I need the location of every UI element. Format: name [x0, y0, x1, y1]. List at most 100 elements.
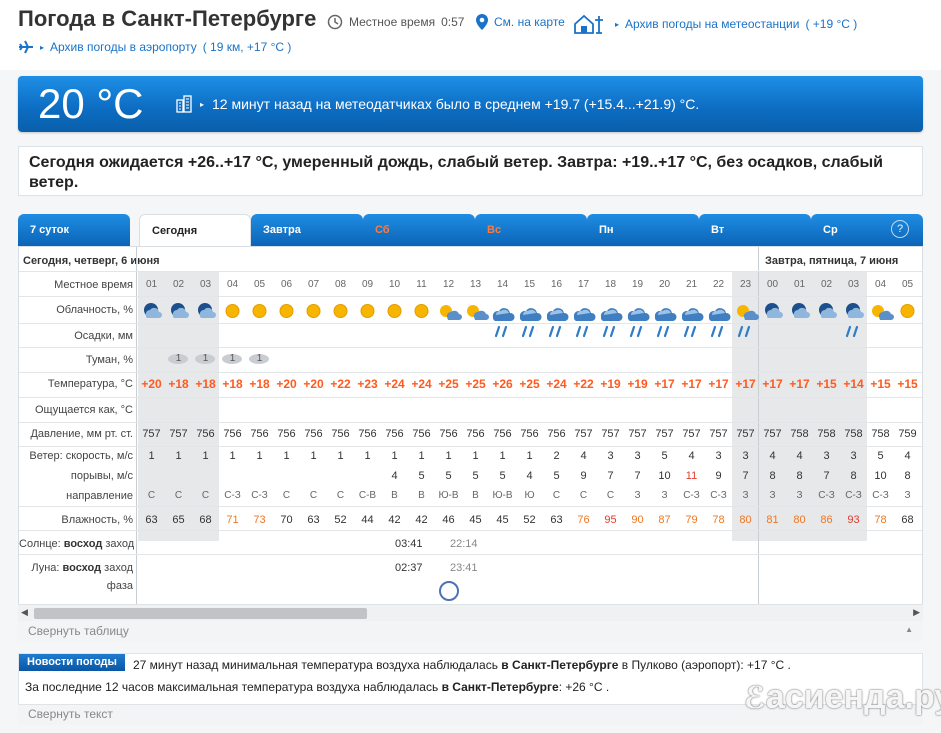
hour-cell: 07: [307, 279, 320, 290]
pressure-cell: 756: [223, 428, 242, 440]
pressure-cell: 757: [601, 428, 620, 440]
wind-gust-cell: 8: [796, 470, 803, 482]
news-line-2-city: в Санкт-Петербурге: [441, 680, 559, 694]
hour-cell: 05: [901, 279, 914, 290]
tab-tuesday[interactable]: Вт: [699, 214, 811, 247]
sun-prefix: Солнце:: [19, 538, 61, 550]
hour-cell: 02: [820, 279, 833, 290]
local-time: Местное время 0:57: [327, 14, 464, 30]
temperature-cell: +15: [870, 377, 891, 391]
sun-icon: [381, 300, 408, 322]
pressure-cell: 758: [817, 428, 836, 440]
cloudy-icon: [489, 300, 516, 322]
rain-icon: [597, 323, 624, 341]
moonset-label: заход: [104, 562, 133, 574]
wind-direction-cell: С-З: [845, 490, 862, 501]
wind-gust-cell: 5: [418, 470, 425, 482]
rain-icon: [570, 323, 597, 341]
sun-icon: [246, 300, 273, 322]
sun-icon: [327, 300, 354, 322]
row-divider: [19, 271, 922, 272]
rain-icon: [732, 323, 759, 341]
temperature-cell: +24: [411, 377, 432, 391]
airport-archive-link[interactable]: ▸ Архив погоды в аэропорту ( 19 км, +17 …: [18, 40, 291, 54]
page-header: Погода в Санкт-Петербурге Местное время …: [0, 0, 941, 70]
fog-value: 1: [202, 353, 209, 364]
hour-cell: 02: [172, 279, 185, 290]
tab-7-days[interactable]: 7 суток: [18, 214, 130, 247]
temperature-cell: +15: [897, 377, 918, 391]
humidity-cell: 63: [145, 514, 158, 526]
tab-sunday[interactable]: Вс: [475, 214, 587, 247]
sensor-note: ▸ 12 минут назад на метеодатчиках было в…: [176, 95, 699, 113]
tab-today[interactable]: Сегодня: [139, 214, 251, 247]
humidity-cell: 63: [550, 514, 563, 526]
collapse-text-link[interactable]: Свернуть текст: [28, 707, 113, 721]
scroll-left-arrow-icon[interactable]: ◀: [21, 607, 28, 618]
collapse-table-link[interactable]: Свернуть таблицу: [28, 624, 129, 638]
tab-tomorrow[interactable]: Завтра: [251, 214, 363, 247]
station-archive-link[interactable]: ▸ Архив погоды на метеостанции ( +19 °C …: [573, 14, 857, 34]
temperature-cell: +18: [222, 377, 243, 391]
pressure-cell: 758: [790, 428, 809, 440]
wind-gust-cell: 7: [742, 470, 749, 482]
scroll-right-arrow-icon[interactable]: ▶: [913, 607, 920, 618]
fog-icon: 1: [246, 351, 273, 367]
cloudy-icon: [705, 300, 732, 322]
humidity-cell: 87: [658, 514, 671, 526]
wind-speed-cell: 5: [661, 450, 668, 462]
map-link[interactable]: См. на карте: [476, 14, 565, 30]
temperature-cell: +15: [816, 377, 837, 391]
temperature-cell: +24: [546, 377, 567, 391]
collapse-up-icon[interactable]: ▲: [905, 625, 913, 634]
pressure-cell: 756: [304, 428, 323, 440]
wind-direction-cell: С: [309, 490, 318, 501]
wind-direction-cell: С: [606, 490, 615, 501]
humidity-cell: 71: [226, 514, 239, 526]
pressure-cell: 756: [439, 428, 458, 440]
row-label-clouds: Облачность, %: [56, 304, 133, 316]
night-cloud-icon: [165, 300, 192, 322]
wind-speed-cell: 1: [256, 450, 263, 462]
table-scrollbar[interactable]: ◀ ▶: [18, 604, 923, 621]
wind-speed-cell: 3: [850, 450, 857, 462]
night-cloud-icon: [192, 300, 219, 322]
wind-speed-cell: 4: [904, 450, 911, 462]
moonrise-time: 02:37: [395, 562, 423, 574]
pressure-cell: 756: [196, 428, 215, 440]
tab-saturday[interactable]: Сб: [363, 214, 475, 247]
hour-cell: 01: [793, 279, 806, 290]
wind-speed-cell: 3: [742, 450, 749, 462]
temperature-cell: +17: [735, 377, 756, 391]
airport-info[interactable]: ( 19 км, +17 °C ): [203, 40, 292, 54]
humidity-cell: 68: [199, 514, 212, 526]
tab-monday[interactable]: Пн: [587, 214, 699, 247]
station-archive-label[interactable]: Архив погоды на метеостанции: [625, 17, 799, 31]
sunrise-time: 03:41: [395, 538, 423, 550]
pressure-cell: 756: [520, 428, 539, 440]
airport-archive-label[interactable]: Архив погоды в аэропорту: [50, 40, 197, 54]
wind-speed-cell: 1: [526, 450, 533, 462]
pressure-cell: 757: [142, 428, 161, 440]
wind-direction-cell: З: [634, 490, 641, 501]
map-pin-icon: [476, 14, 488, 30]
pressure-cell: 756: [331, 428, 350, 440]
station-temp[interactable]: ( +19 °C ): [805, 17, 857, 31]
scroll-thumb[interactable]: [34, 608, 367, 619]
clock-icon: [327, 14, 343, 30]
hour-cell: 14: [496, 279, 509, 290]
wind-speed-cell: 1: [364, 450, 371, 462]
map-link-label[interactable]: См. на карте: [494, 15, 565, 29]
collapse-table-bar[interactable]: Свернуть таблицу ▲: [18, 621, 923, 641]
pressure-cell: 756: [358, 428, 377, 440]
help-icon[interactable]: ?: [891, 220, 909, 238]
wind-gust-cell: 11: [685, 470, 698, 482]
wind-direction-cell: З: [742, 490, 749, 501]
wind-gust-cell: 5: [472, 470, 479, 482]
wind-direction-cell: В: [472, 490, 479, 501]
humidity-cell: 80: [739, 514, 752, 526]
temperature-cell: +17: [708, 377, 729, 391]
hour-cell: 04: [226, 279, 239, 290]
row-label-precip: Осадки, мм: [74, 330, 133, 342]
wind-direction-cell: З: [904, 490, 911, 501]
